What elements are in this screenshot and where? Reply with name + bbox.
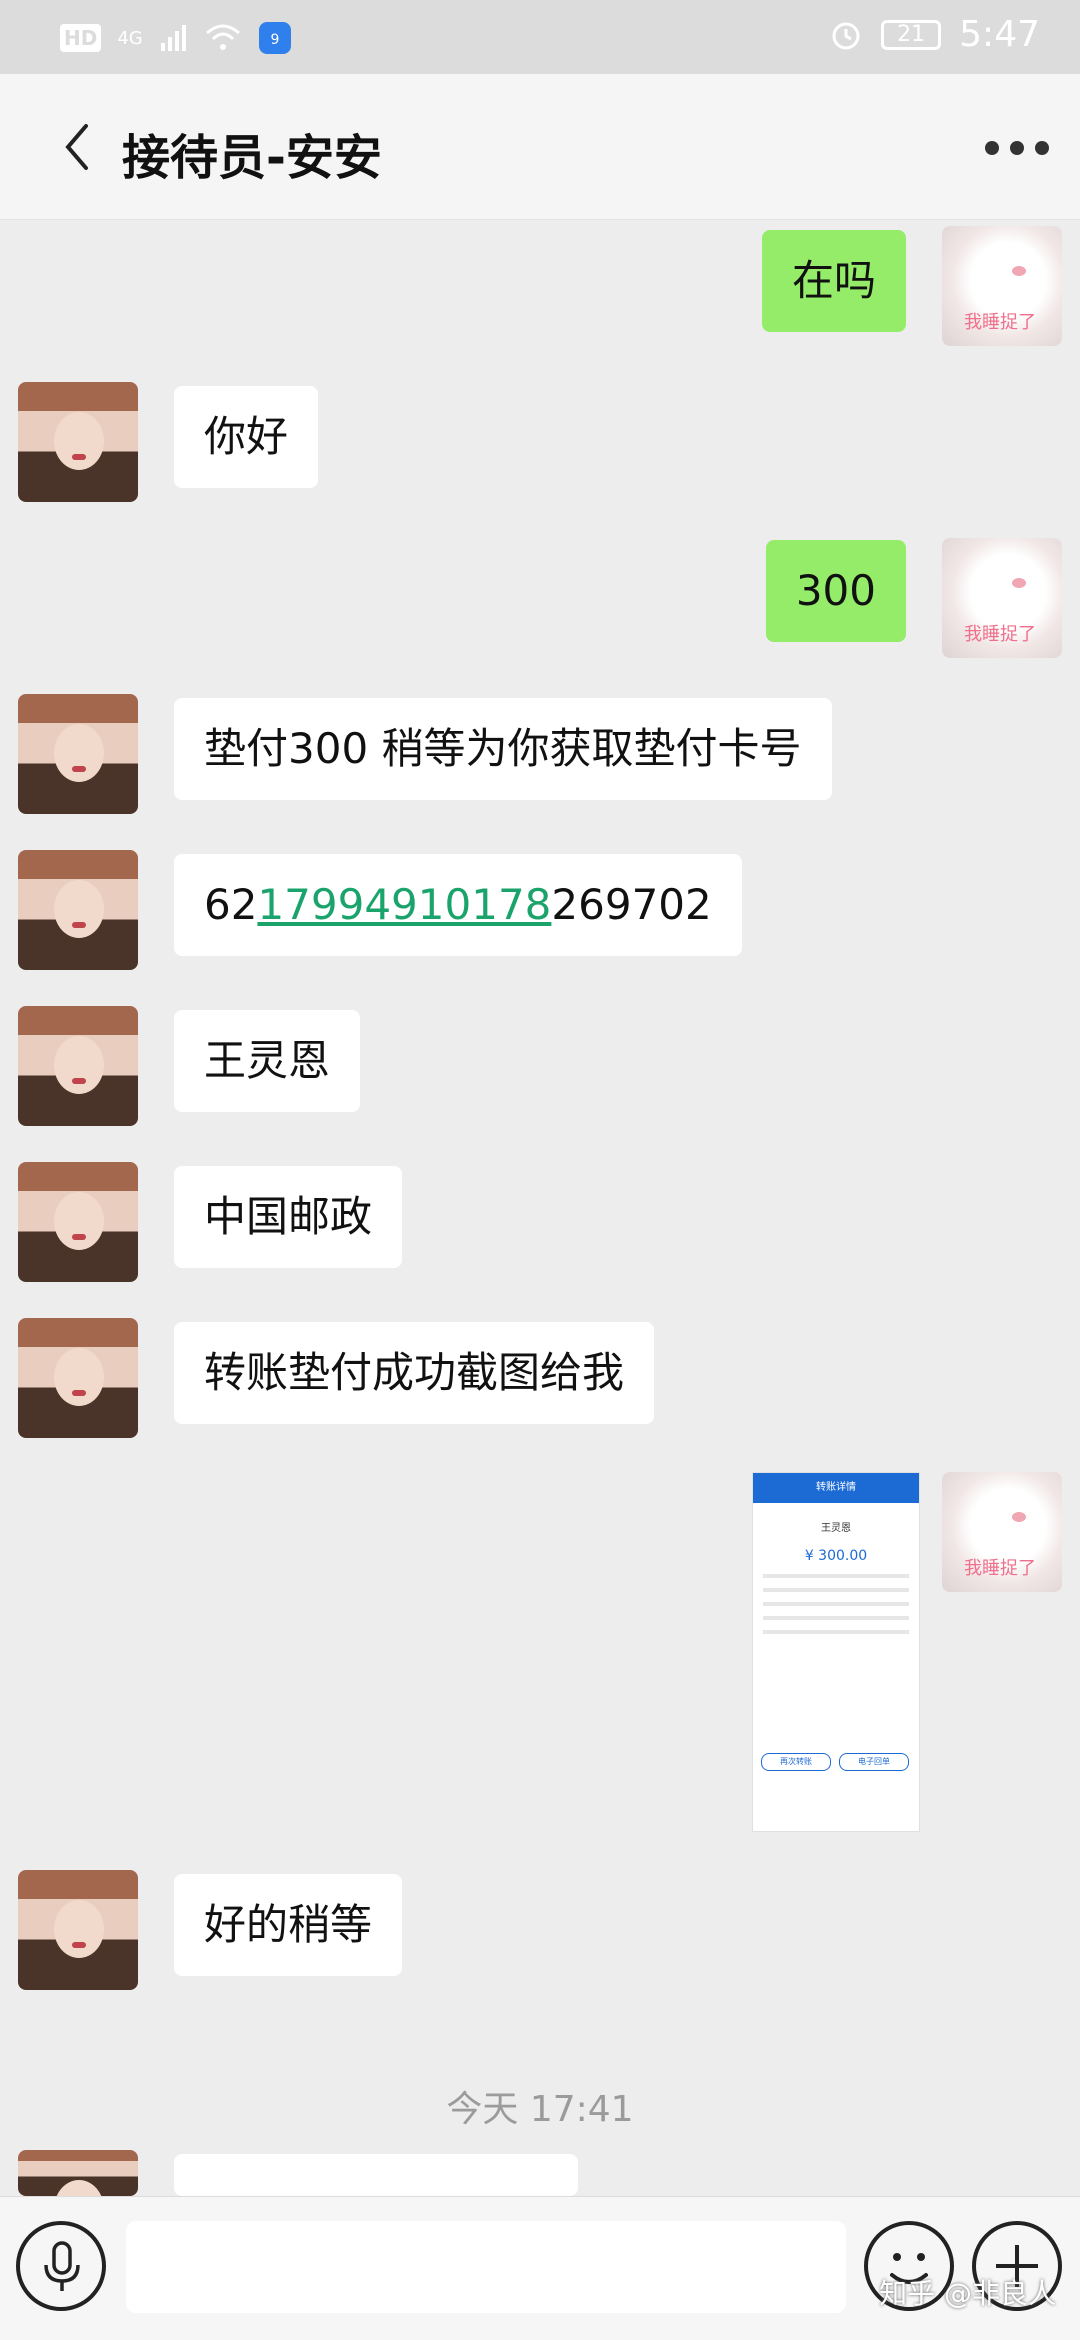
avatar-lip [72, 1942, 86, 1948]
avatar-face [54, 1348, 104, 1406]
avatar-face [54, 1900, 104, 1958]
message-bubble-incoming[interactable]: 王灵恩 [174, 1010, 361, 1112]
clock: 5:47 [959, 14, 1040, 55]
image-detail-line [763, 1588, 909, 1592]
image-header: 转账详情 [753, 1473, 919, 1503]
message-text: 中国邮政 [204, 1192, 373, 1241]
avatar-caption: 我睡捉了 [964, 312, 1036, 333]
message-text: 在吗 [791, 256, 876, 305]
message-text: 转账垫付成功截图给我 [204, 1348, 625, 1397]
contact-avatar[interactable] [18, 1162, 138, 1282]
cat-nose [1012, 578, 1026, 588]
card-number-prefix: 62 [204, 880, 258, 929]
wifi-icon [205, 24, 240, 50]
image-btn-receipt: 电子回单 [839, 1753, 909, 1771]
image-amount: ¥ 300.00 [804, 1548, 868, 1564]
avatar-lip [72, 1234, 86, 1240]
back-icon[interactable] [58, 122, 98, 172]
avatar-lip [72, 922, 86, 928]
avatar-caption: 我睡捉了 [964, 624, 1036, 645]
time-divider: 今天 17:41 [446, 2089, 634, 2130]
contact-avatar[interactable] [18, 850, 138, 970]
avatar-lip [72, 1078, 86, 1084]
status-bar: HD 4G 9 21 5:47 [0, 0, 1080, 74]
image-detail-line [763, 1616, 909, 1620]
contact-avatar[interactable] [18, 1318, 138, 1438]
contact-avatar[interactable] [18, 1870, 138, 1990]
message-bubble-incoming[interactable]: 6217994910178269702 [174, 854, 742, 956]
hd-badge: HD [60, 24, 102, 52]
image-btn-retransfer: 再次转账 [761, 1753, 831, 1771]
image-payee: 王灵恩 [821, 1523, 851, 1534]
my-avatar[interactable]: 我睡捉了 [942, 538, 1062, 658]
avatar-face [54, 724, 104, 782]
my-avatar[interactable]: 我睡捉了 [942, 1472, 1062, 1592]
microphone-icon [44, 2241, 80, 2291]
contact-avatar[interactable] [18, 382, 138, 502]
message-text: 垫付300 稍等为你获取垫付卡号 [204, 724, 802, 773]
cat-nose [1012, 1512, 1026, 1522]
battery-icon: 21 [881, 19, 942, 50]
image-buttons: 再次转账 电子回单 [761, 1753, 909, 1771]
message-text: 你好 [204, 412, 289, 461]
card-number-suffix: 269702 [551, 880, 712, 929]
message-bubble-incoming[interactable]: 中国邮政 [174, 1166, 403, 1268]
avatar-face [54, 412, 104, 470]
input-bar [0, 2196, 1080, 2340]
image-detail-line [763, 1574, 909, 1578]
message-bubble-incoming[interactable] [174, 2154, 578, 2196]
message-input[interactable] [126, 2221, 846, 2313]
chat-header: 接待员-安安 [0, 74, 1080, 220]
more-icon[interactable] [982, 138, 1052, 158]
avatar-face [54, 880, 104, 938]
avatar-face [54, 1036, 104, 1094]
image-detail-line [763, 1602, 909, 1606]
chat-title: 接待员-安安 [122, 130, 382, 186]
phone-number-link[interactable]: 17994910178 [257, 880, 551, 929]
image-message[interactable]: 转账详情 王灵恩 ¥ 300.00 再次转账 电子回单 [752, 1472, 920, 1832]
avatar-caption: 我睡捉了 [964, 1558, 1036, 1579]
avatar-face [54, 1192, 104, 1250]
signal-icon [160, 25, 186, 51]
avatar-lip [72, 454, 86, 460]
status-right: 21 5:47 [829, 14, 1040, 55]
svg-text:9: 9 [270, 32, 279, 48]
message-text: 300 [795, 566, 876, 615]
message-bubble-outgoing[interactable]: 在吗 [761, 230, 906, 332]
message-text: 好的稍等 [204, 1900, 373, 1949]
cat-nose [1012, 266, 1026, 276]
message-bubble-outgoing[interactable]: 300 [765, 540, 906, 642]
my-avatar[interactable]: 我睡捉了 [942, 226, 1062, 346]
watermark: 知乎 @非良人 [879, 2277, 1056, 2310]
status-left: HD 4G 9 [60, 20, 293, 56]
network-type: 4G [117, 27, 143, 49]
message-text: 王灵恩 [204, 1036, 331, 1085]
image-detail-line [763, 1630, 909, 1634]
app-notification-icon: 9 [258, 22, 291, 54]
alarm-icon [832, 22, 860, 49]
message-bubble-incoming[interactable]: 好的稍等 [174, 1874, 403, 1976]
voice-input-button[interactable] [16, 2221, 106, 2311]
avatar-lip [72, 766, 86, 772]
message-bubble-incoming[interactable]: 转账垫付成功截图给我 [174, 1322, 655, 1424]
avatar-lip [72, 1390, 86, 1396]
message-bubble-incoming[interactable]: 你好 [174, 386, 319, 488]
contact-avatar[interactable] [18, 2150, 138, 2196]
contact-avatar[interactable] [18, 694, 138, 814]
message-bubble-incoming[interactable]: 垫付300 稍等为你获取垫付卡号 [174, 698, 832, 800]
avatar-face [54, 2180, 104, 2196]
contact-avatar[interactable] [18, 1006, 138, 1126]
